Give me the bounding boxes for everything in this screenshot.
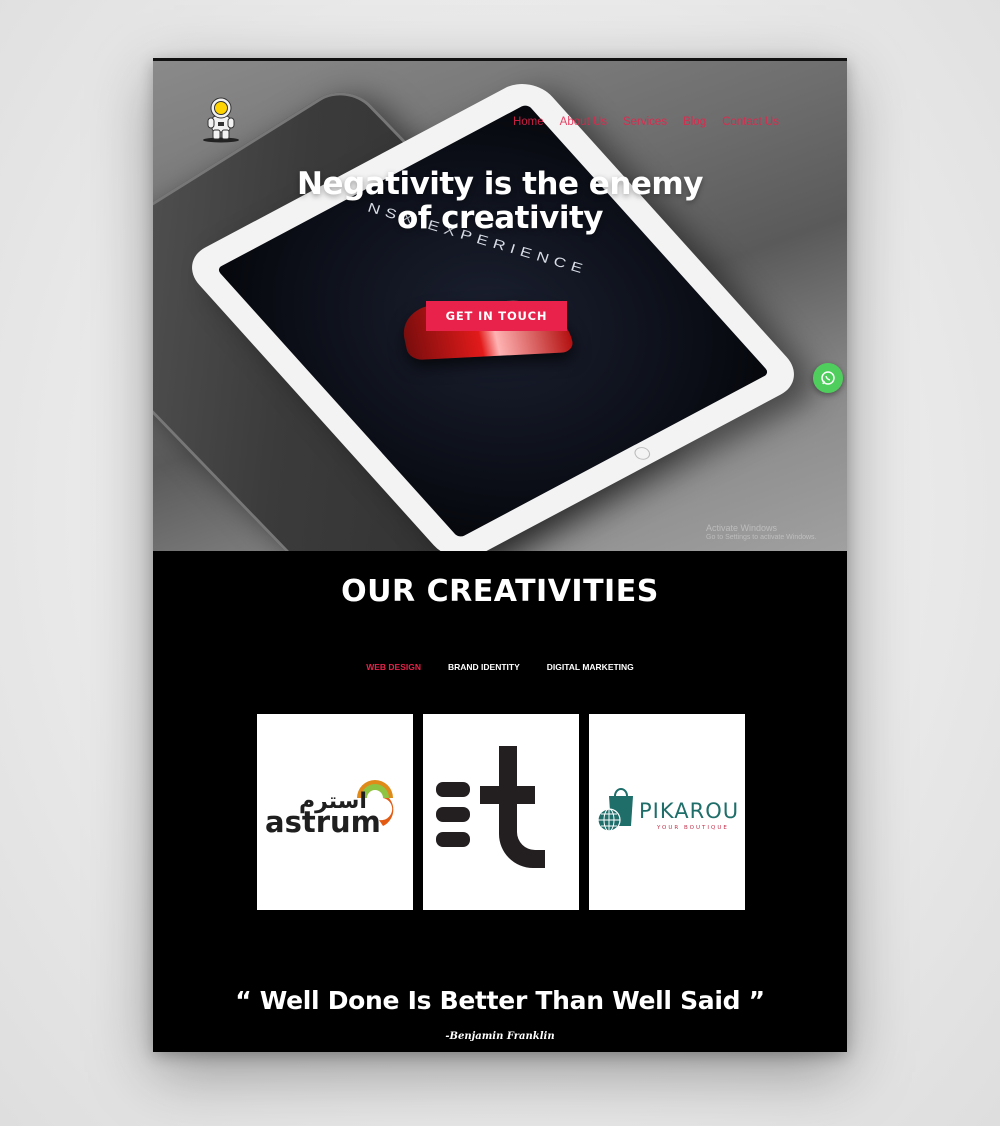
pikarou-logo: PIKAROU YOUR BOUTIQUE	[597, 788, 739, 832]
section-title: OUR CREATIVITIES	[341, 574, 659, 609]
hero-headline-line1: Negativity is the enemy	[297, 166, 703, 202]
whatsapp-icon	[821, 371, 835, 385]
watermark-line1: Activate Windows	[706, 523, 778, 533]
windows-activation-watermark: Activate Windows Go to Settings to activ…	[706, 523, 817, 543]
portfolio-grid: استرم astrum PIKAROU YOUR BOUTIQUE	[257, 714, 745, 910]
portfolio-card-pikarou[interactable]: PIKAROU YOUR BOUTIQUE	[589, 714, 745, 910]
nav-item-blog[interactable]: Blog	[683, 116, 706, 128]
t-logo	[436, 746, 545, 868]
portfolio-card-astrum[interactable]: استرم astrum	[257, 714, 413, 910]
hero-section: NSX EXPERIENCE Home About Us Services Bl…	[153, 58, 847, 551]
filter-web-design[interactable]: WEB DESIGN	[366, 662, 421, 672]
tablet-home-button	[631, 444, 654, 463]
whatsapp-button[interactable]	[813, 363, 843, 393]
filter-brand-identity[interactable]: BRAND IDENTITY	[448, 662, 520, 672]
hero-headline-line2: of creativity	[397, 200, 604, 236]
website-page: NSX EXPERIENCE Home About Us Services Bl…	[153, 58, 847, 1052]
nav-item-contact-us[interactable]: Contact Us	[722, 116, 779, 128]
get-in-touch-button[interactable]: GET IN TOUCH	[426, 301, 567, 331]
astrum-logo: استرم astrum	[265, 780, 394, 839]
main-nav: Home About Us Services Blog Contact Us	[513, 116, 779, 128]
nav-item-services[interactable]: Services	[623, 116, 667, 128]
astronaut-logo-icon[interactable]	[199, 94, 243, 144]
watermark-line2: Go to Settings to activate Windows.	[706, 534, 817, 541]
portfolio-card-t-logo[interactable]	[423, 714, 579, 910]
pikarou-name-text: PIKAROU	[639, 799, 739, 823]
quote-author: -Benjamin Franklin	[445, 1031, 555, 1042]
quote-text: “ Well Done Is Better Than Well Said ”	[235, 986, 765, 1015]
filter-digital-marketing[interactable]: DIGITAL MARKETING	[547, 662, 634, 672]
pikarou-tagline-text: YOUR BOUTIQUE	[656, 825, 729, 831]
nav-item-home[interactable]: Home	[513, 116, 544, 128]
hero-headline: Negativity is the enemy of creativity	[153, 167, 847, 235]
portfolio-filters: WEB DESIGN BRAND IDENTITY DIGITAL MARKET…	[153, 662, 847, 672]
astrum-name-text: astrum	[265, 805, 381, 839]
nav-item-about-us[interactable]: About Us	[560, 116, 607, 128]
